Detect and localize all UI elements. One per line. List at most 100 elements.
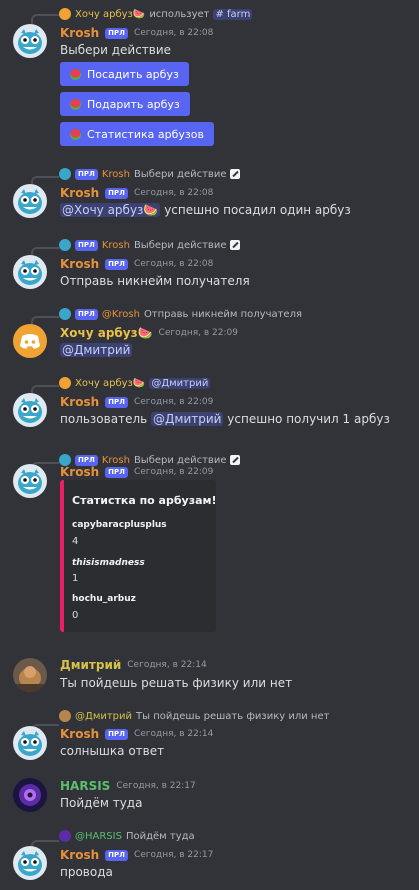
username[interactable]: Krosh bbox=[60, 465, 99, 479]
user-mention[interactable]: @Дмитрий bbox=[151, 412, 224, 426]
user-mention[interactable]: @Дмитрий bbox=[149, 377, 211, 389]
krosh-mini-avatar bbox=[59, 239, 71, 251]
button-label: Статистика арбузов bbox=[87, 127, 204, 141]
bot-badge: ПРЛ bbox=[105, 396, 128, 408]
timestamp: Сегодня, в 22:08 bbox=[133, 188, 214, 198]
reply-text: Пойдём туда bbox=[125, 830, 195, 842]
watermelon-icon bbox=[70, 98, 81, 110]
reply-text: Выбери действие bbox=[133, 239, 227, 251]
watermelon-icon bbox=[70, 128, 81, 140]
message-body: успешно посадил один арбуз bbox=[164, 203, 351, 217]
username[interactable]: Krosh bbox=[60, 186, 99, 200]
bot-badge: ПРЛ bbox=[75, 168, 98, 180]
krosh-avatar[interactable] bbox=[13, 24, 47, 58]
reply-preview[interactable]: ПРЛ Krosh Выбери действие bbox=[59, 237, 241, 253]
slash-command-icon bbox=[230, 169, 241, 179]
bot-badge: ПРЛ bbox=[75, 308, 98, 320]
slash-command-icon bbox=[230, 455, 241, 465]
discord-mini-avatar bbox=[59, 8, 71, 20]
user-mention[interactable]: @Дмитрий bbox=[60, 343, 133, 357]
krosh-avatar[interactable] bbox=[13, 184, 47, 218]
timestamp: Сегодня, в 22:08 bbox=[133, 28, 214, 38]
bot-badge: ПРЛ bbox=[105, 187, 128, 199]
embed-field-value: 4 bbox=[72, 536, 79, 547]
bot-badge: ПРЛ bbox=[105, 27, 128, 39]
timestamp: Сегодня, в 22:09 bbox=[133, 467, 214, 477]
command-mention[interactable]: # farm bbox=[213, 8, 253, 20]
stats-button[interactable]: Статистика арбузов bbox=[60, 122, 214, 146]
timestamp: Сегодня, в 22:09 bbox=[133, 397, 214, 407]
timestamp: Сегодня, в 22:17 bbox=[133, 850, 214, 860]
discord-mini-avatar bbox=[59, 377, 71, 389]
message-text: Пойдём туда bbox=[60, 796, 143, 810]
discord-avatar[interactable] bbox=[13, 324, 47, 358]
krosh-avatar[interactable] bbox=[13, 846, 47, 880]
krosh-mini-avatar bbox=[59, 308, 71, 320]
reply-preview[interactable]: Хочу арбуз🍉 @Дмитрий bbox=[59, 375, 211, 391]
reply-text: Ты пойдешь решать физику или нет bbox=[136, 710, 330, 722]
message-text: @Дмитрий bbox=[60, 343, 133, 357]
message-body: успешно получил 1 арбуз bbox=[227, 412, 390, 426]
reply-user: Krosh bbox=[101, 168, 130, 180]
bot-badge: ПРЛ bbox=[105, 258, 128, 270]
timestamp: Сегодня, в 22:17 bbox=[116, 781, 196, 791]
user-mention[interactable]: @Хочу арбуз🍉 bbox=[60, 203, 161, 217]
stats-embed: Статистка по арбузам! capybaracplusplus … bbox=[60, 480, 217, 632]
dmitriy-mini-avatar bbox=[59, 710, 71, 722]
message-text: Отправь никнейм получателя bbox=[60, 274, 250, 288]
reply-user: @Дмитрий bbox=[75, 710, 133, 722]
username[interactable]: Krosh bbox=[60, 26, 99, 40]
timestamp: Сегодня, в 22:08 bbox=[133, 259, 214, 269]
harsis-mini-avatar bbox=[59, 830, 71, 842]
reply-text: использует bbox=[149, 8, 210, 20]
button-label: Подарить арбуз bbox=[87, 97, 180, 111]
reply-user: Krosh bbox=[101, 239, 130, 251]
krosh-avatar[interactable] bbox=[13, 393, 47, 427]
reply-user: @HARSIS bbox=[75, 830, 122, 842]
bot-badge: ПРЛ bbox=[105, 466, 128, 478]
bot-badge: ПРЛ bbox=[105, 849, 128, 861]
username[interactable]: Krosh bbox=[60, 395, 99, 409]
reply-spine bbox=[31, 14, 59, 24]
bot-badge: ПРЛ bbox=[75, 239, 98, 251]
timestamp: Сегодня, в 22:09 bbox=[158, 328, 238, 338]
username[interactable]: Хочу арбуз🍉 bbox=[60, 326, 153, 340]
username[interactable]: Krosh bbox=[60, 727, 99, 741]
krosh-avatar[interactable] bbox=[13, 255, 47, 289]
embed-field-name: thisismadness bbox=[72, 558, 145, 568]
embed-field-value: 1 bbox=[72, 573, 79, 584]
dmitriy-avatar[interactable] bbox=[13, 658, 47, 692]
plant-button[interactable]: Посадить арбуз bbox=[60, 62, 189, 86]
krosh-avatar[interactable] bbox=[13, 726, 47, 760]
krosh-avatar[interactable] bbox=[13, 464, 47, 498]
reply-preview[interactable]: ПРЛ Krosh Выбери действие bbox=[59, 166, 241, 182]
embed-title: Статистка по арбузам! bbox=[72, 494, 217, 507]
message-text: солнышка ответ bbox=[60, 744, 165, 758]
slash-command-icon bbox=[230, 240, 241, 250]
reply-text: Выбери действие bbox=[133, 168, 227, 180]
message-text: Ты пойдешь решать физику или нет bbox=[60, 676, 293, 690]
username[interactable]: Krosh bbox=[60, 848, 99, 862]
embed-field-name: hochu_arbuz bbox=[72, 594, 136, 604]
reply-preview[interactable]: Хочу арбуз🍉 использует # farm bbox=[59, 6, 253, 22]
embed-field-name: capybaracplusplus bbox=[72, 520, 167, 530]
bot-badge: ПРЛ bbox=[105, 728, 128, 740]
message-body: пользователь bbox=[60, 412, 148, 426]
username[interactable]: Дмитрий bbox=[60, 658, 121, 672]
watermelon-icon bbox=[70, 68, 81, 80]
message-text: пользователь @Дмитрий успешно получил 1 … bbox=[60, 412, 390, 426]
reply-preview[interactable]: @HARSIS Пойдём туда bbox=[59, 828, 195, 844]
timestamp: Сегодня, в 22:14 bbox=[133, 729, 214, 739]
message-text: @Хочу арбуз🍉 успешно посадил один арбуз bbox=[60, 203, 351, 217]
timestamp: Сегодня, в 22:14 bbox=[127, 660, 207, 670]
reply-preview[interactable]: @Дмитрий Ты пойдешь решать физику или не… bbox=[59, 708, 329, 724]
button-label: Посадить арбуз bbox=[87, 67, 179, 81]
reply-user: Хочу арбуз🍉 bbox=[75, 8, 146, 20]
reply-text: Отправь никнейм получателя bbox=[143, 308, 302, 320]
username[interactable]: HARSIS bbox=[60, 779, 110, 793]
username[interactable]: Krosh bbox=[60, 257, 99, 271]
message-text: провода bbox=[60, 865, 113, 879]
gift-button[interactable]: Подарить арбуз bbox=[60, 92, 190, 116]
harsis-avatar[interactable] bbox=[13, 778, 47, 812]
reply-preview[interactable]: ПРЛ @Krosh Отправь никнейм получателя bbox=[59, 306, 302, 322]
